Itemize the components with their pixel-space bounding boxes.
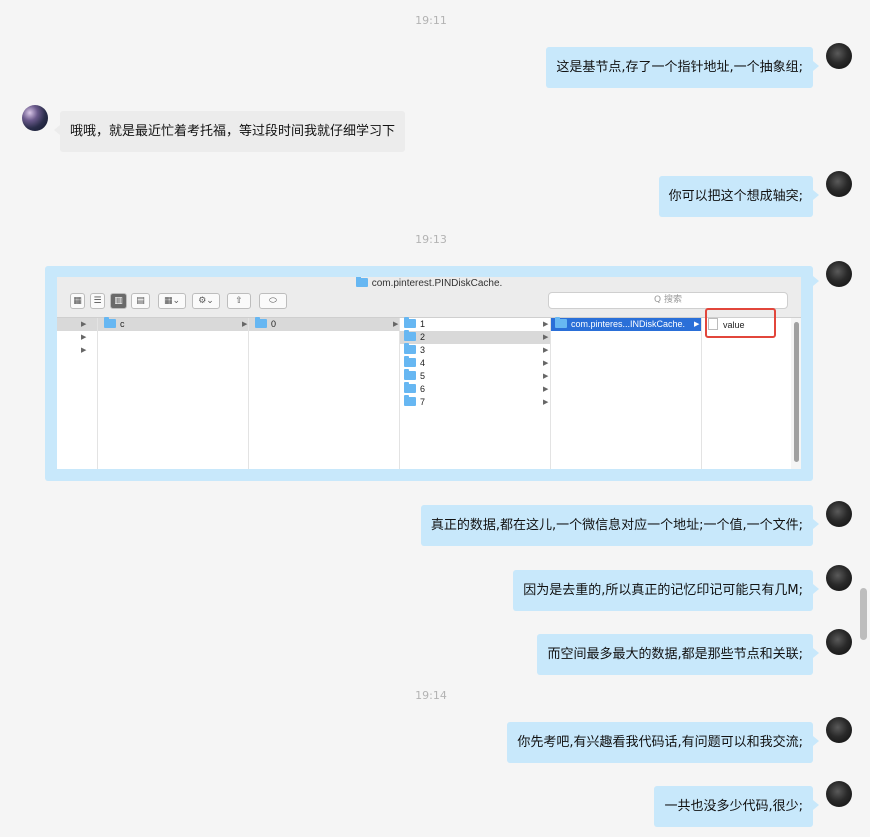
finder-screenshot: com.pinterest.PINDiskCache. ▦ ☰ ▥ ▤ ▦⌄ ⚙… [57,277,801,469]
my-avatar[interactable] [826,629,852,655]
finder-row: 6 [400,382,550,396]
bubble-tail [813,61,819,71]
my-avatar[interactable] [826,781,852,807]
bubble-tail [813,584,819,594]
my-avatar[interactable] [826,565,852,591]
timestamp: 19:11 [415,14,447,27]
folder-icon [404,330,416,341]
bubble-tail [813,800,819,810]
finder-row: 0 [249,317,399,331]
bubble-tail [54,125,60,135]
disclosure-arrow-icon: ▶ [242,320,248,328]
disclosure-arrow-icon: ▶ [543,320,549,328]
finder-row: 7 [400,395,550,409]
finder-item-label: 1 [420,319,426,329]
disclosure-arrow-icon: ▶ [81,346,87,354]
folder-icon [404,343,416,354]
bubble-tail [813,190,819,200]
finder-scrollbar [791,318,801,469]
message-bubble[interactable]: 真正的数据,都在这儿,一个微信息对应一个地址;一个值,一个文件; [420,505,813,546]
finder-column: value [702,318,791,469]
finder-item-label: 6 [420,384,426,394]
arrange-icon: ▦⌄ [158,293,186,309]
my-avatar[interactable] [826,717,852,743]
disclosure-arrow-icon: ▶ [81,333,87,341]
bubble-tail [813,736,819,746]
finder-row [57,318,97,331]
column-view-icon: ▥ [110,293,127,309]
disclosure-arrow-icon: ▶ [543,372,549,380]
message-bubble[interactable]: 你可以把这个想成轴突; [658,176,813,217]
finder-column: 0 ▶ [249,317,400,469]
my-avatar[interactable] [826,43,852,69]
finder-row: 3 [400,343,550,357]
chat-scrollbar[interactable] [860,588,867,640]
finder-column: ▶ ▶ ▶ [57,318,98,469]
finder-item-label: 0 [271,319,277,329]
folder-icon [255,317,267,328]
timestamp: 19:13 [415,233,447,246]
folder-icon [404,395,416,406]
my-avatar[interactable] [826,501,852,527]
folder-icon [555,317,567,328]
tag-icon: ⬭ [259,293,287,309]
folder-icon [404,369,416,380]
disclosure-arrow-icon: ▶ [543,385,549,393]
list-view-icon: ☰ [90,293,105,309]
finder-item-label: 4 [420,358,426,368]
image-message[interactable]: com.pinterest.PINDiskCache. ▦ ☰ ▥ ▤ ▦⌄ ⚙… [45,266,813,481]
bubble-tail [813,648,819,658]
finder-row: 2 [400,330,550,344]
finder-toolbar: com.pinterest.PINDiskCache. ▦ ☰ ▥ ▤ ▦⌄ ⚙… [57,277,801,318]
finder-row: 4 [400,356,550,370]
message-bubble[interactable]: 哦哦，就是最近忙着考托福，等过段时间我就仔细学习下 [60,111,406,152]
finder-item-label: 7 [420,397,426,407]
my-avatar[interactable] [826,171,852,197]
share-icon: ⇧ [227,293,251,309]
disclosure-arrow-icon: ▶ [543,333,549,341]
message-bubble[interactable]: 因为是去重的,所以真正的记忆印记可能只有几M; [513,570,813,611]
gear-icon: ⚙⌄ [192,293,220,309]
finder-scroll-thumb [794,322,799,462]
folder-icon [404,382,416,393]
disclosure-arrow-icon: ▶ [694,320,700,328]
finder-search: Q 搜索 [548,292,788,309]
finder-item-label: c [120,319,125,329]
disclosure-arrow-icon: ▶ [81,320,87,328]
disclosure-arrow-icon: ▶ [543,359,549,367]
finder-row: 5 [400,369,550,383]
finder-row: c [98,317,248,331]
message-bubble[interactable]: 一共也没多少代码,很少; [654,786,813,827]
message-bubble[interactable]: 你先考吧,有兴趣看我代码话,有问题可以和我交流; [507,722,813,763]
finder-column: c ▶ [98,317,249,469]
finder-row: com.pinteres...INDiskCache. [551,317,701,331]
finder-item-label: com.pinteres...INDiskCache. [571,319,686,329]
finder-column: 1 2 3 4 5 6 7 ▶ ▶ ▶ ▶ ▶ ▶ ▶ [400,317,551,469]
my-avatar[interactable] [826,261,852,287]
finder-item-label: 2 [420,332,426,342]
finder-item-label: 3 [420,345,426,355]
bubble-tail [813,276,819,286]
finder-title-text: com.pinterest.PINDiskCache. [371,278,503,289]
folder-icon [404,317,416,328]
finder-item-label: 5 [420,371,426,381]
finder-row: 1 [400,317,550,331]
folder-icon [404,356,416,367]
message-bubble[interactable]: 而空间最多最大的数据,都是那些节点和关联; [537,634,813,675]
disclosure-arrow-icon: ▶ [543,398,549,406]
folder-icon [355,277,368,287]
finder-title: com.pinterest.PINDiskCache. [57,277,801,289]
gallery-view-icon: ▤ [131,293,150,309]
bubble-tail [813,519,819,529]
disclosure-arrow-icon: ▶ [543,346,549,354]
finder-column: com.pinteres...INDiskCache. ▶ [551,317,702,469]
disclosure-arrow-icon: ▶ [393,320,399,328]
icon-view-icon: ▦ [70,293,85,309]
highlight-annotation [705,308,776,338]
folder-icon [104,317,116,328]
message-bubble[interactable]: 这是基节点,存了一个指针地址,一个抽象组; [546,47,813,88]
contact-avatar[interactable] [22,105,48,131]
timestamp: 19:14 [415,689,447,702]
